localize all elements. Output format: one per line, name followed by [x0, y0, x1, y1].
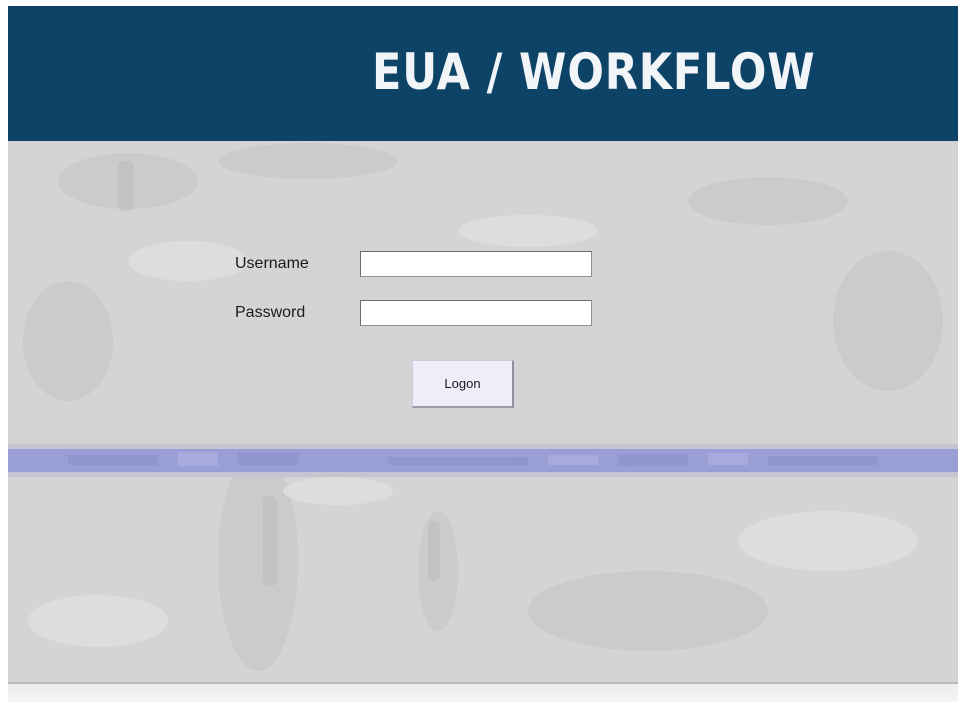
background-texture	[23, 143, 943, 671]
accent-stripe	[8, 449, 958, 472]
logon-button[interactable]: Logon	[412, 360, 514, 408]
password-input[interactable]	[360, 300, 592, 326]
login-page: EUA / WORKFLOW Username Password Logon	[8, 6, 958, 702]
username-input[interactable]	[360, 251, 592, 277]
login-panel: Username Password Logon	[8, 141, 958, 682]
footer-divider	[8, 682, 958, 702]
stripe-texture	[68, 452, 878, 466]
username-label: Username	[235, 255, 309, 272]
password-label: Password	[235, 304, 306, 321]
app-title: EUA / WORKFLOW	[372, 43, 816, 101]
header-banner: EUA / WORKFLOW	[8, 6, 958, 141]
